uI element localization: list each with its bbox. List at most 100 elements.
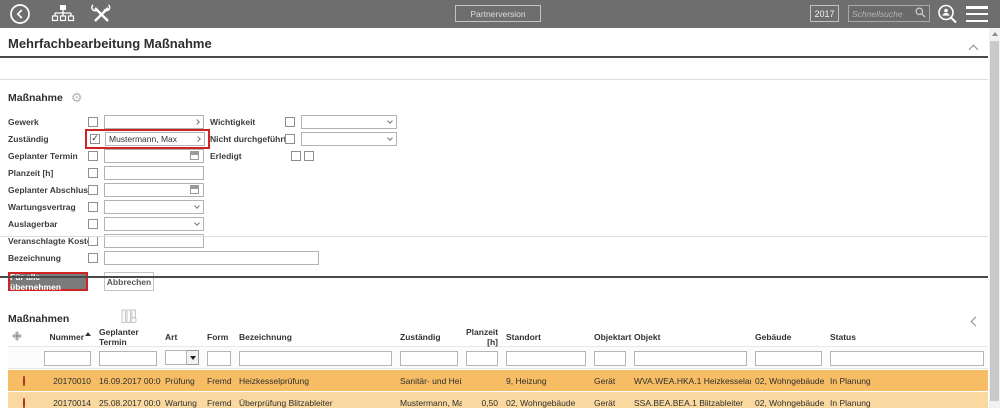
wichtigkeit-select[interactable]: [301, 115, 397, 129]
geplanter-termin-date-input[interactable]: [104, 149, 204, 163]
filter-nummer[interactable]: [44, 351, 91, 366]
column-header-art[interactable]: Art: [161, 332, 203, 342]
scroll-up-icon[interactable]: [989, 28, 1000, 39]
filter-bezeichnung[interactable]: [239, 351, 392, 366]
planzeit-input[interactable]: [104, 166, 204, 180]
bezeichnung-checkbox[interactable]: [88, 253, 98, 263]
zustaendig-picker[interactable]: Mustermann, Max: [105, 132, 205, 146]
calendar-icon[interactable]: [190, 185, 199, 194]
geplanter-abschluss-checkbox[interactable]: [88, 185, 98, 195]
geplanter-abschluss-date-input[interactable]: [104, 183, 204, 197]
form-row-planzeit: Planzeit [h]: [8, 164, 319, 181]
table-row[interactable]: 20170014 25.08.2017 00:00 Wartung Fremd …: [8, 392, 988, 408]
nicht-durchgefuehrt-select[interactable]: [301, 132, 397, 146]
filter-art-dropdown[interactable]: [187, 350, 199, 365]
field-label: Wichtigkeit: [210, 117, 285, 127]
bezeichnung-input[interactable]: [104, 251, 319, 265]
back-icon[interactable]: [8, 2, 32, 26]
form-row-geplanter-abschluss: Geplanter Abschluss: [8, 181, 319, 198]
field-label: Geplanter Abschluss: [8, 185, 88, 195]
column-header-nummer[interactable]: Nummer: [40, 332, 95, 342]
wartungsvertrag-select[interactable]: [104, 200, 204, 214]
apply-all-button[interactable]: Für alle übernehmen: [8, 272, 88, 291]
filter-art[interactable]: [165, 350, 187, 365]
search-icon: [915, 5, 926, 23]
cell-status: In Planung: [826, 398, 988, 408]
field-label: Nicht durchgeführt: [210, 134, 285, 144]
chevron-right-icon: [195, 136, 201, 142]
cell-status: In Planung: [826, 376, 988, 386]
nicht-durchgefuehrt-checkbox[interactable]: [285, 134, 295, 144]
status-dot-icon: [23, 376, 25, 386]
field-label: Geplanter Termin: [8, 151, 88, 161]
column-header-planzeit[interactable]: Planzeit [h]: [462, 327, 502, 347]
quick-search-box: [848, 5, 930, 22]
wartungsvertrag-checkbox[interactable]: [88, 202, 98, 212]
filter-gebaeude[interactable]: [755, 351, 822, 366]
column-header-termin[interactable]: Geplanter Termin: [95, 327, 161, 347]
column-header-status[interactable]: Status: [826, 332, 988, 342]
tools-icon[interactable]: [88, 2, 114, 26]
auslagerbar-checkbox[interactable]: [88, 219, 98, 229]
vertical-scrollbar[interactable]: [989, 28, 1000, 408]
sitemap-icon[interactable]: [50, 2, 76, 26]
cell-gebaeude: 02, Wohngebäude: [751, 398, 826, 408]
chevron-down-icon: [387, 135, 393, 141]
chevron-down-icon: [387, 118, 393, 124]
erledigt-checkbox-apply[interactable]: [291, 151, 301, 161]
veranschlagte-kosten-checkbox[interactable]: [88, 236, 98, 246]
planzeit-checkbox[interactable]: [88, 168, 98, 178]
cell-termin: 16.09.2017 00:00: [95, 376, 161, 386]
filter-zustaendig[interactable]: [400, 351, 458, 366]
filter-planzeit[interactable]: [466, 351, 498, 366]
cell-termin: 25.08.2017 00:00: [95, 398, 161, 408]
filter-objektart[interactable]: [594, 351, 626, 366]
wichtigkeit-checkbox[interactable]: [285, 117, 295, 127]
cell-objektart: Gerät: [590, 398, 630, 408]
person-search-icon[interactable]: [936, 3, 960, 25]
year-button[interactable]: 2017: [810, 5, 839, 22]
cell-standort: 9, Heizung: [502, 376, 590, 386]
cancel-button[interactable]: Abbrechen: [104, 272, 154, 291]
gear-icon[interactable]: ⚙: [71, 91, 83, 104]
status-dot-icon: [23, 398, 25, 408]
field-label: Planzeit [h]: [8, 168, 88, 178]
filter-form[interactable]: [207, 351, 231, 366]
gewerk-picker[interactable]: [104, 115, 204, 129]
form-row-nicht-durchgefuehrt: Nicht durchgeführt: [210, 130, 397, 147]
auslagerbar-select[interactable]: [104, 217, 204, 231]
column-header-standort[interactable]: Standort: [502, 332, 590, 342]
erledigt-checkbox-value[interactable]: [304, 151, 314, 161]
scrollbar-thumb[interactable]: [990, 41, 999, 401]
cell-art: Wartung: [161, 398, 203, 408]
form-row-veranschlagte-kosten: Veranschlagte Kosten: [8, 232, 319, 249]
filter-termin[interactable]: [99, 351, 157, 366]
filter-status[interactable]: [830, 351, 984, 366]
table-filter-row: [8, 346, 988, 369]
column-header-gebaeude[interactable]: Gebäude: [751, 332, 826, 342]
filter-standort[interactable]: [506, 351, 586, 366]
topbar: Partnerversion 2017: [0, 0, 1000, 28]
cell-gebaeude: 02, Wohngebäude: [751, 376, 826, 386]
chevron-right-icon: [194, 119, 200, 125]
calendar-icon[interactable]: [190, 151, 199, 160]
priority-column-icon[interactable]: [8, 331, 40, 343]
column-header-form[interactable]: Form: [203, 332, 235, 342]
column-header-objektart[interactable]: Objektart: [590, 332, 630, 342]
column-header-zustaendig[interactable]: Zuständig: [396, 332, 462, 342]
partner-version-button[interactable]: Partnerversion: [455, 5, 541, 22]
hamburger-menu-icon[interactable]: [966, 6, 988, 22]
geplanter-termin-checkbox[interactable]: [88, 151, 98, 161]
column-header-objekt[interactable]: Objekt: [630, 332, 751, 342]
page-content: Mehrfachbearbeitung Maßnahme Maßnahme ⚙ …: [0, 28, 988, 408]
cell-objekt: SSA.BEA.BEA.1 Blitzableiter: [630, 398, 751, 408]
cell-art: Prüfung: [161, 376, 203, 386]
zustaendig-checkbox[interactable]: ✓: [90, 134, 100, 144]
column-header-bezeichnung[interactable]: Bezeichnung: [235, 332, 396, 342]
table-header-row: Nummer Geplanter Termin Art Form Bezeich…: [8, 327, 988, 346]
quick-search-input[interactable]: [852, 9, 915, 19]
field-label: Bezeichnung: [8, 253, 88, 263]
table-row[interactable]: 20170010 16.09.2017 00:00 Prüfung Fremd …: [8, 370, 988, 391]
filter-objekt[interactable]: [634, 351, 747, 366]
gewerk-checkbox[interactable]: [88, 117, 98, 127]
